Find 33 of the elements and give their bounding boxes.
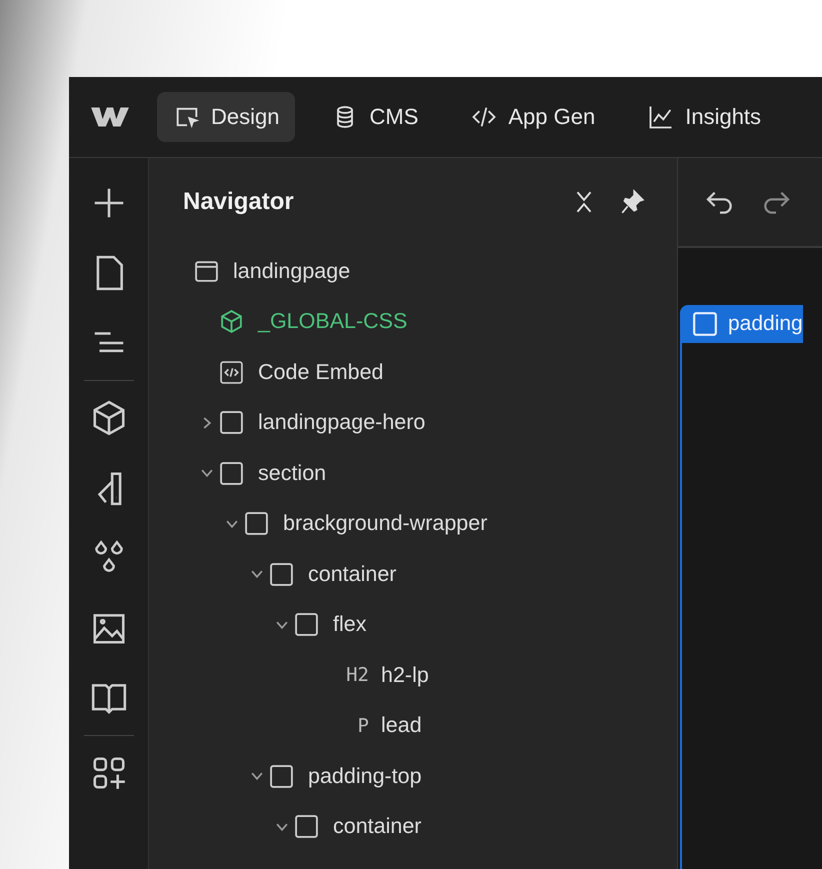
box-icon	[269, 764, 294, 789]
tree-item[interactable]: container	[333, 814, 422, 840]
tree-item[interactable]: lead	[381, 713, 422, 738]
tab[interactable]: Design	[157, 92, 296, 142]
selection-label[interactable]: padding	[680, 305, 803, 343]
canvas[interactable]: padding	[678, 248, 822, 869]
tab[interactable]: Insights	[631, 92, 778, 142]
tree-item[interactable]: flex	[333, 612, 366, 638]
box-icon	[219, 410, 244, 436]
element-tag: P	[345, 714, 369, 737]
tree-item[interactable]: container	[308, 562, 396, 587]
tree-item[interactable]: landingpage	[233, 258, 350, 284]
tab[interactable]: App Gen	[454, 92, 612, 142]
pin-icon[interactable]	[619, 189, 645, 215]
panel-title: Navigator	[183, 188, 295, 216]
tab[interactable]: CMS	[315, 92, 434, 142]
tree-item[interactable]: section	[258, 460, 326, 486]
embed-icon	[219, 360, 244, 385]
tree-item[interactable]: landingpage-hero	[258, 410, 426, 436]
element-tag: H2	[345, 664, 369, 686]
tree-item[interactable]: Code Embed	[258, 360, 384, 385]
box-icon	[269, 562, 294, 587]
box-icon	[294, 612, 319, 638]
box-icon	[692, 311, 718, 337]
tree-item[interactable]: _GLOBAL-CSS	[258, 309, 408, 334]
tree-item[interactable]: brackground-wrapper	[283, 511, 488, 536]
box-icon	[294, 814, 319, 840]
component-icon	[219, 309, 244, 334]
tree-item[interactable]: padding-top	[308, 764, 422, 789]
page-icon	[194, 258, 219, 284]
box-icon	[244, 511, 269, 536]
tree-item[interactable]: h2-lp	[381, 662, 429, 688]
box-icon	[219, 460, 244, 486]
